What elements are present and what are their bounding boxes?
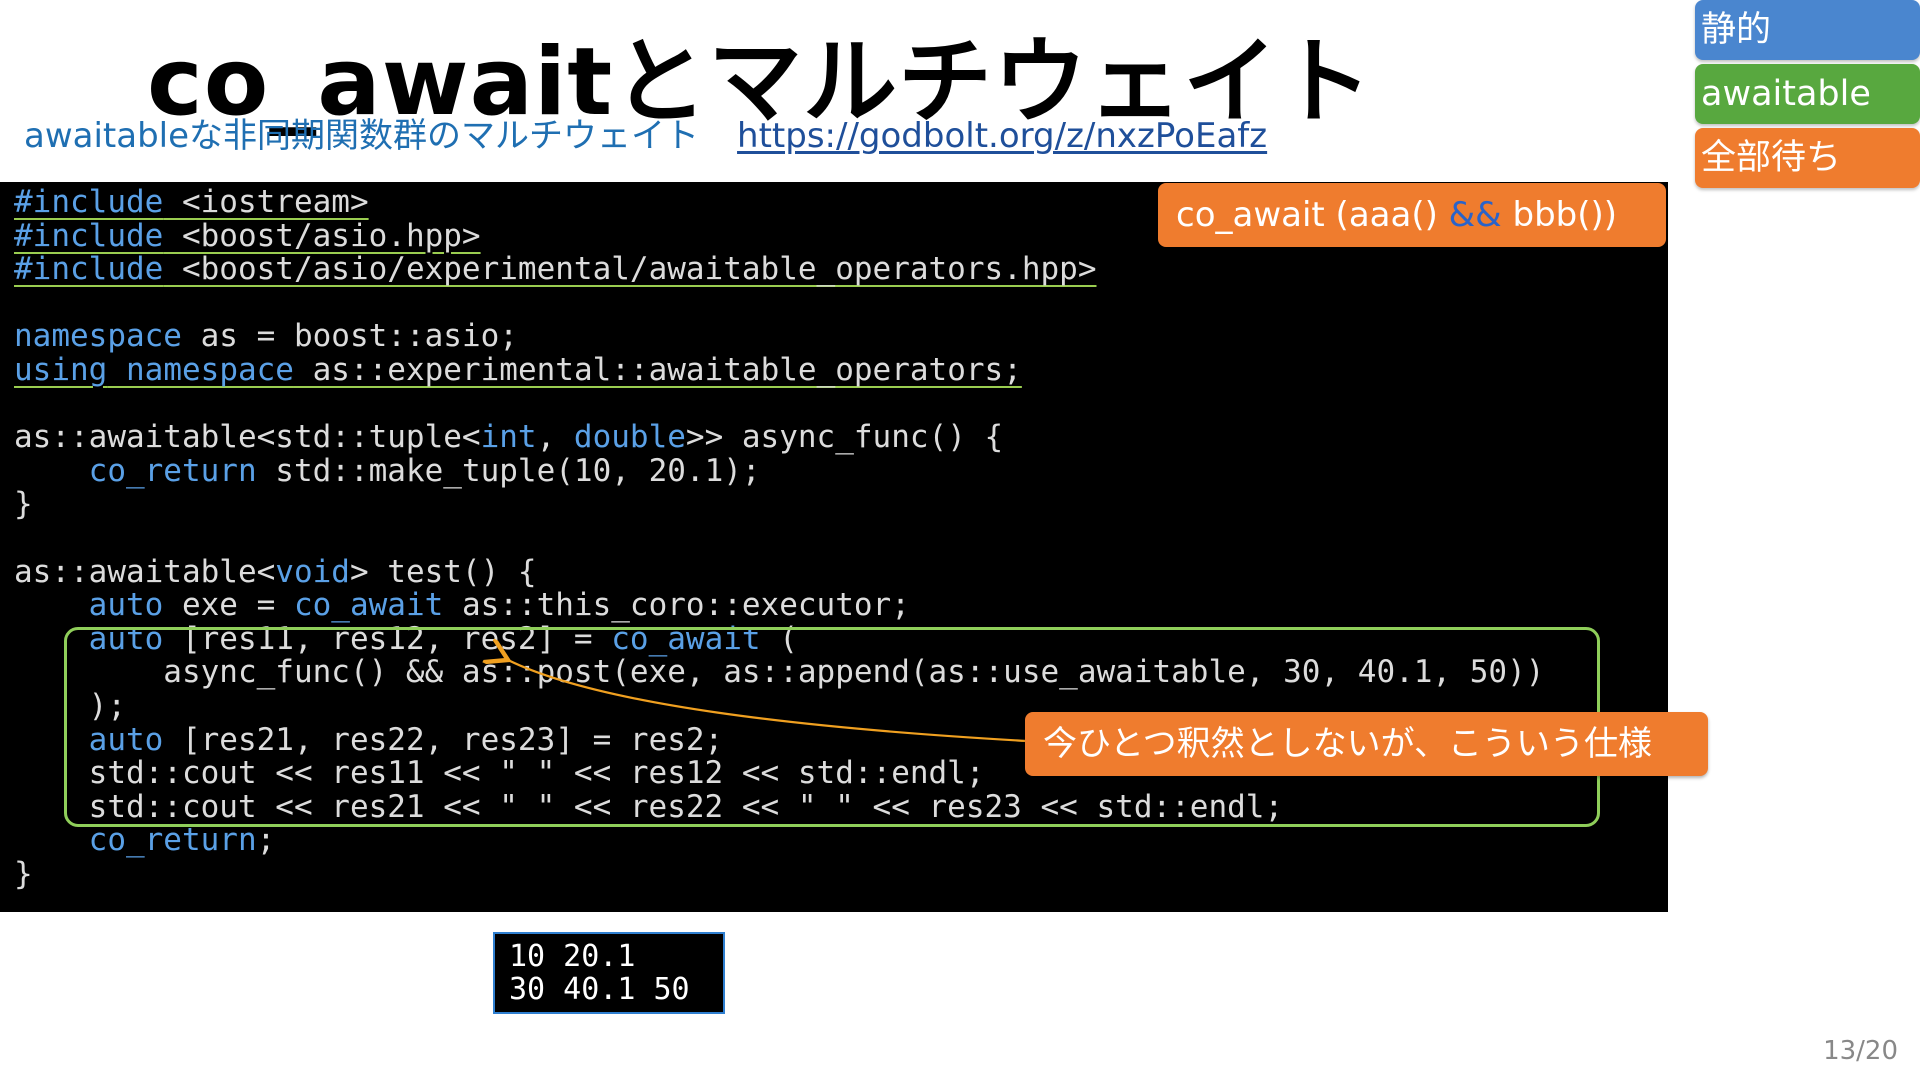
- code-token: <boost/asio/experimental/awaitable_opera…: [163, 251, 1097, 288]
- slide-subtitle: awaitableな非同期関数群のマルチウェイト https://godbolt.…: [24, 108, 1267, 157]
- code-token: ,: [536, 419, 574, 456]
- code-token: <boost/asio.hpp>: [163, 217, 481, 254]
- code-line-8: as::awaitable<std::tuple<int, double>> a…: [14, 419, 1544, 456]
- code-token: namespace: [14, 318, 182, 355]
- code-token: #include: [14, 251, 164, 288]
- godbolt-link[interactable]: https://godbolt.org/z/nxzPoEafz: [737, 116, 1267, 156]
- callout-expr-prefix: co_await (aaa(): [1176, 195, 1449, 235]
- code-token: #include: [14, 217, 164, 254]
- code-line-6: using namespace as::experimental::awaita…: [14, 352, 1544, 388]
- code-token: ;: [256, 822, 276, 859]
- code-token: > test() {: [349, 553, 537, 590]
- code-token: std::make_tuple(10, 20.1);: [256, 452, 761, 489]
- code-token: namespace: [126, 351, 294, 388]
- output-line-2: 30 40.1 50: [509, 972, 690, 1007]
- code-token: auto: [88, 587, 164, 624]
- callout-expr-amp: &&: [1448, 195, 1502, 235]
- code-token: as::awaitable<: [14, 553, 276, 590]
- code-token: as = boost::asio;: [181, 318, 518, 355]
- code-line-12: as::awaitable<void> test() {: [14, 553, 1544, 590]
- code-token: void: [275, 553, 350, 590]
- code-token: as::awaitable<std::tuple<: [14, 419, 481, 456]
- code-token: <iostream>: [163, 184, 369, 220]
- code-token: co_return: [88, 452, 257, 489]
- code-token: #include: [14, 184, 164, 220]
- code-token: int: [480, 419, 537, 456]
- code-panel: #include <iostream> #include <boost/asio.…: [0, 182, 1668, 912]
- code-token: double: [573, 419, 686, 456]
- code-line-20: co_return;: [14, 822, 1544, 859]
- code-token: co_return: [88, 822, 257, 859]
- include-underline: #include <boost/asio/experimental/awaita…: [14, 251, 1097, 287]
- code-line-13: auto exe = co_await as::this_coro::execu…: [14, 587, 1544, 624]
- tag-awaitable: awaitable: [1695, 64, 1920, 124]
- program-output: 10 20.1 30 40.1 50: [493, 932, 725, 1014]
- code-line-21: }: [14, 855, 33, 892]
- tag-all-wait: 全部待ち: [1695, 128, 1920, 188]
- tag-static: 静的: [1695, 0, 1920, 60]
- code-line-10: }: [14, 486, 33, 523]
- expression-callout: co_await (aaa() && bbb()): [1158, 183, 1666, 247]
- code-line-5: namespace as = boost::asio;: [14, 320, 1544, 354]
- code-token: co_await: [293, 587, 444, 624]
- note-callout: 今ひとつ釈然としないが、こういう仕様: [1025, 712, 1708, 776]
- output-line-1: 10 20.1: [509, 939, 636, 974]
- page-number: 13/20: [1823, 1036, 1898, 1066]
- code-token: as::experimental::awaitable_operators;: [293, 351, 1022, 388]
- using-underline: using namespace as::experimental::awaita…: [14, 352, 1022, 388]
- subtitle-text: awaitableな非同期関数群のマルチウェイト: [24, 116, 700, 156]
- callout-expr-suffix: bbb()): [1501, 195, 1618, 235]
- code-line-3: #include <boost/asio/experimental/awaita…: [14, 251, 1544, 287]
- code-token: exe =: [163, 587, 294, 624]
- code-token: using: [14, 351, 108, 388]
- code-line-9: co_return std::make_tuple(10, 20.1);: [14, 452, 1544, 489]
- code-token: as::this_coro::executor;: [443, 587, 910, 624]
- code-token: >> async_func() {: [685, 419, 1004, 456]
